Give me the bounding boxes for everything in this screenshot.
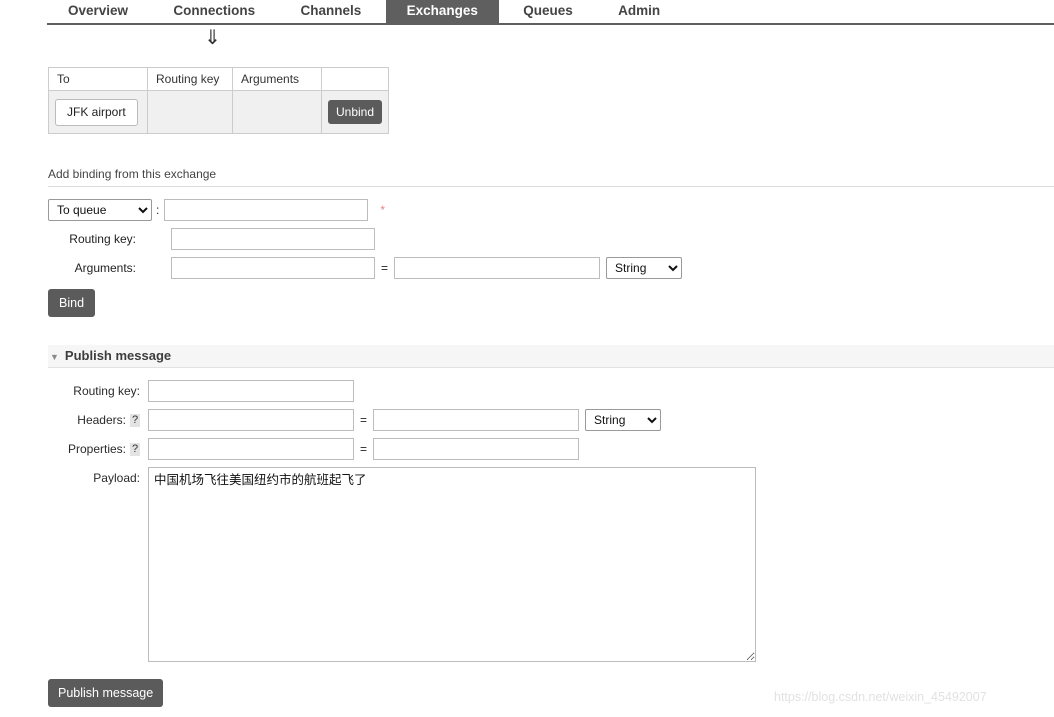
binding-routing-key-label: Routing key: [69, 232, 136, 246]
down-double-arrow-icon: ⇓ [204, 25, 221, 49]
nav-tab-overview[interactable]: Overview [47, 0, 149, 24]
unbind-button[interactable]: Unbind [328, 100, 383, 124]
destination-colon: : [156, 203, 160, 217]
column-header-arguments: Arguments [232, 67, 322, 91]
add-binding-routing-key-row: Routing key: [48, 228, 1054, 250]
nav-tab-link-exchanges[interactable]: Exchanges [385, 0, 499, 24]
column-header-to: To [48, 67, 148, 91]
headers-help-icon[interactable]: ? [130, 413, 140, 427]
add-binding-destination-row: To queue To exchange : * [48, 199, 1054, 221]
add-binding-arguments-row: Arguments: = String Number Boolean List [48, 257, 1054, 279]
publish-properties-label: Properties: [67, 442, 126, 456]
binding-arguments-label: Arguments: [74, 261, 136, 275]
publish-routing-key-label: Routing key: [73, 384, 140, 398]
chevron-down-icon[interactable]: ▼ [50, 346, 59, 368]
publish-message-button[interactable]: Publish message [48, 679, 164, 707]
nav-tab-link-connections[interactable]: Connections [152, 0, 276, 24]
nav-tab-exchanges[interactable]: Exchanges [385, 0, 499, 24]
watermark-text: https://blog.csdn.net/weixin_45492007 [774, 690, 987, 704]
nav-tab-connections[interactable]: Connections [152, 0, 276, 24]
binding-argument-equals: = [381, 261, 389, 275]
publish-routing-key-label-cell: Routing key: [48, 384, 148, 398]
publish-header-type-select[interactable]: String Number Boolean List [585, 409, 662, 431]
nav-tab-queues[interactable]: Queues [502, 0, 594, 24]
publish-property-equals: = [360, 442, 368, 456]
publish-header-equals: = [360, 413, 368, 427]
publish-headers-label: Headers: [77, 413, 126, 427]
publish-headers-label-cell: Headers: ? [48, 413, 148, 427]
publish-payload-label-cell: Payload: [48, 467, 148, 485]
publish-property-key-input[interactable] [148, 438, 354, 460]
publish-payload-label: Payload: [93, 471, 140, 485]
nav-tab-link-channels[interactable]: Channels [280, 0, 383, 24]
add-binding-title: Add binding from this exchange [48, 167, 1054, 187]
required-marker: * [380, 203, 386, 217]
publish-payload-textarea[interactable]: 中国机场飞往美国纽约市的航班起飞了 [148, 467, 756, 662]
binding-destination-input[interactable] [164, 199, 369, 221]
publish-header-value-input[interactable] [373, 409, 580, 431]
nav-tab-channels[interactable]: Channels [280, 0, 383, 24]
publish-property-value-input[interactable] [373, 438, 580, 460]
binding-action-cell: Unbind [320, 90, 390, 134]
nav-tab-link-queues[interactable]: Queues [502, 0, 594, 24]
table-row: JFK airport Unbind [48, 90, 390, 134]
publish-header-key-input[interactable] [148, 409, 354, 431]
nav-tab-list: Overview Connections Channels Exchanges … [47, 0, 681, 24]
publish-routing-key-row: Routing key: [48, 380, 1054, 402]
publish-message-form: Routing key: Headers: ? = String Number … [48, 380, 1054, 662]
queue-link-jfk-airport[interactable]: JFK airport [55, 98, 138, 126]
table-header-row: To Routing key Arguments [48, 67, 390, 91]
add-binding-submit-row: Bind [48, 289, 1054, 317]
nav-tab-link-admin[interactable]: Admin [597, 0, 681, 24]
publish-message-header[interactable]: ▼ Publish message [48, 345, 1054, 368]
publish-payload-row: Payload: 中国机场飞往美国纽约市的航班起飞了 [48, 467, 1054, 662]
binding-routing-key-input[interactable] [171, 228, 375, 250]
publish-message-section: ▼ Publish message Routing key: Headers: ?… [48, 345, 1054, 669]
bind-button[interactable]: Bind [48, 289, 96, 317]
binding-destination-cell: JFK airport [48, 90, 148, 134]
column-header-actions [320, 67, 390, 91]
publish-message-title: Publish message [64, 348, 172, 363]
binding-argument-value-input[interactable] [394, 257, 601, 279]
nav-tab-link-overview[interactable]: Overview [47, 0, 149, 24]
publish-headers-row: Headers: ? = String Number Boolean List [48, 409, 1054, 431]
nav-tab-admin[interactable]: Admin [597, 0, 681, 24]
column-header-routing-key: Routing key [147, 67, 233, 91]
binding-routing-key-cell [147, 90, 233, 134]
bindings-table: To Routing key Arguments JFK airport Unb… [48, 67, 390, 134]
publish-properties-label-cell: Properties: ? [48, 442, 148, 456]
publish-routing-key-input[interactable] [148, 380, 354, 402]
publish-properties-row: Properties: ? = [48, 438, 1054, 460]
properties-help-icon[interactable]: ? [130, 442, 140, 456]
add-binding-section: Add binding from this exchange To queue … [48, 167, 1054, 324]
binding-arguments-cell [232, 90, 322, 134]
binding-destination-type-select[interactable]: To queue To exchange [48, 199, 152, 221]
publish-submit-wrapper: Publish message [48, 679, 164, 707]
main-navigation: Overview Connections Channels Exchanges … [0, 0, 1054, 25]
binding-argument-key-input[interactable] [171, 257, 375, 279]
nav-underline [47, 23, 1054, 25]
binding-argument-type-select[interactable]: String Number Boolean List [606, 257, 683, 279]
add-binding-form: To queue To exchange : * Routing key: Ar… [48, 199, 1054, 317]
